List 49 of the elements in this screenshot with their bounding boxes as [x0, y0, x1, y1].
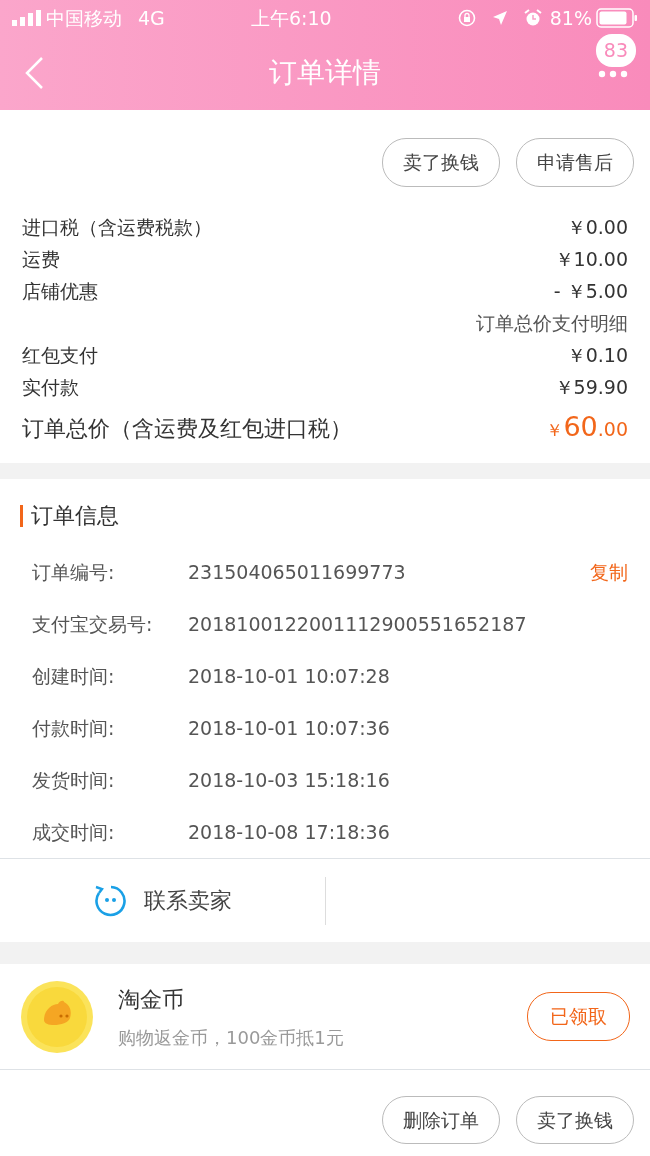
price-label: 店铺优惠 [22, 278, 98, 304]
info-label: 订单编号: [32, 559, 116, 585]
price-label: 红包支付 [22, 342, 98, 368]
message-count-badge: 83 [595, 34, 636, 67]
info-label: 支付宝交易号: [32, 611, 154, 637]
info-value: 2018100122001112900551652187 [188, 611, 528, 637]
info-value: 2018-10-01 10:07:28 [188, 663, 391, 689]
carrier-name: 中国移动 [46, 5, 122, 31]
battery-icon [596, 8, 638, 28]
payment-detail-note: 订单总价支付明细 [476, 310, 628, 336]
network-type: 4G [138, 5, 165, 31]
coin-icon [20, 979, 94, 1054]
info-value: 2018-10-08 17:18:36 [188, 819, 391, 845]
signal-icon [12, 10, 42, 26]
price-label: 进口税（含运费税款） [22, 214, 212, 240]
chat-face-icon[interactable] [93, 883, 128, 918]
action-button[interactable]: 删除订单 [382, 1095, 500, 1145]
action-button[interactable]: 卖了换钱 [516, 1095, 634, 1145]
action-button[interactable]: 申请售后 [516, 138, 634, 187]
accent-bar [20, 504, 23, 527]
coin-description: 购物返金币，100金币抵1元 [118, 1025, 345, 1050]
contact-seller-link[interactable]: 联系卖家 [143, 884, 232, 917]
page-title: 订单详情 [269, 55, 381, 91]
info-label: 发货时间: [32, 767, 116, 793]
price-label: 运费 [22, 246, 60, 272]
price-value: - ￥5.00 [553, 278, 628, 304]
location-arrow-icon [491, 10, 508, 26]
total-price: ￥60.00 [546, 409, 628, 444]
back-icon[interactable] [24, 56, 44, 90]
price-value: ￥0.00 [566, 214, 628, 240]
info-value: 231504065011699773 [188, 559, 407, 585]
section-title: 订单信息 [31, 502, 119, 530]
coin-title: 淘金币 [118, 985, 185, 1014]
price-value: ￥0.10 [566, 342, 628, 368]
price-value: ￥10.00 [554, 246, 628, 272]
info-label: 付款时间: [32, 715, 116, 741]
more-icon[interactable] [598, 70, 628, 78]
rotation-lock-icon [457, 9, 476, 27]
info-value: 2018-10-03 15:18:16 [188, 767, 391, 793]
total-label: 订单总价（含运费及红包进口税） [22, 414, 352, 443]
battery-percent: 81% [549, 5, 592, 31]
info-value: 2018-10-01 10:07:36 [188, 715, 391, 741]
price-value: ￥59.90 [554, 374, 628, 400]
info-label: 创建时间: [32, 663, 116, 689]
price-label: 实付款 [22, 374, 79, 400]
info-label: 成交时间: [32, 819, 116, 845]
status-time: 上午6:10 [250, 5, 333, 31]
action-button[interactable]: 卖了换钱 [382, 138, 500, 187]
alarm-icon [523, 9, 542, 27]
